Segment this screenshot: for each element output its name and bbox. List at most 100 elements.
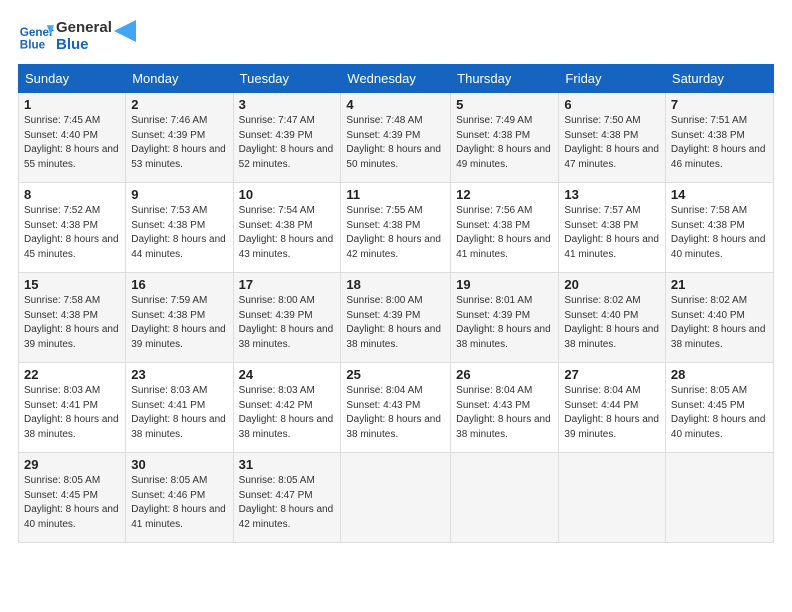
day-number: 1 bbox=[24, 97, 120, 112]
sunrise-label: Sunrise: 8:04 AM bbox=[564, 385, 640, 396]
sunset-label: Sunset: 4:39 PM bbox=[456, 310, 530, 321]
day-info: Sunrise: 8:04 AM Sunset: 4:43 PM Dayligh… bbox=[346, 384, 445, 442]
sunset-label: Sunset: 4:38 PM bbox=[131, 220, 205, 231]
daylight-label: Daylight: 8 hours and 45 minutes. bbox=[24, 234, 119, 260]
day-info: Sunrise: 8:04 AM Sunset: 4:44 PM Dayligh… bbox=[564, 384, 659, 442]
daylight-label: Daylight: 8 hours and 39 minutes. bbox=[564, 414, 659, 440]
calendar-cell: 25 Sunrise: 8:04 AM Sunset: 4:43 PM Dayl… bbox=[341, 363, 451, 453]
calendar-cell: 16 Sunrise: 7:59 AM Sunset: 4:38 PM Dayl… bbox=[126, 273, 233, 363]
day-number: 13 bbox=[564, 187, 659, 202]
sunrise-label: Sunrise: 7:53 AM bbox=[131, 205, 207, 216]
calendar-cell bbox=[451, 453, 559, 543]
sunrise-label: Sunrise: 8:02 AM bbox=[671, 295, 747, 306]
day-number: 10 bbox=[239, 187, 336, 202]
col-friday: Friday bbox=[559, 65, 665, 93]
day-info: Sunrise: 8:00 AM Sunset: 4:39 PM Dayligh… bbox=[346, 294, 445, 352]
col-wednesday: Wednesday bbox=[341, 65, 451, 93]
sunrise-label: Sunrise: 8:05 AM bbox=[24, 475, 100, 486]
sunset-label: Sunset: 4:38 PM bbox=[24, 310, 98, 321]
calendar-cell: 7 Sunrise: 7:51 AM Sunset: 4:38 PM Dayli… bbox=[665, 93, 773, 183]
calendar-header-row: Sunday Monday Tuesday Wednesday Thursday… bbox=[19, 65, 774, 93]
day-number: 20 bbox=[564, 277, 659, 292]
header: General Blue General Blue bbox=[18, 18, 774, 54]
sunset-label: Sunset: 4:39 PM bbox=[346, 130, 420, 141]
day-info: Sunrise: 8:05 AM Sunset: 4:46 PM Dayligh… bbox=[131, 474, 227, 532]
col-tuesday: Tuesday bbox=[233, 65, 341, 93]
sunset-label: Sunset: 4:39 PM bbox=[239, 310, 313, 321]
day-number: 21 bbox=[671, 277, 768, 292]
day-info: Sunrise: 8:04 AM Sunset: 4:43 PM Dayligh… bbox=[456, 384, 553, 442]
daylight-label: Daylight: 8 hours and 39 minutes. bbox=[24, 324, 119, 350]
day-number: 16 bbox=[131, 277, 227, 292]
sunset-label: Sunset: 4:43 PM bbox=[346, 400, 420, 411]
day-number: 4 bbox=[346, 97, 445, 112]
day-number: 7 bbox=[671, 97, 768, 112]
sunrise-label: Sunrise: 7:47 AM bbox=[239, 115, 315, 126]
calendar-week-row: 1 Sunrise: 7:45 AM Sunset: 4:40 PM Dayli… bbox=[19, 93, 774, 183]
daylight-label: Daylight: 8 hours and 46 minutes. bbox=[671, 144, 766, 170]
calendar-cell: 3 Sunrise: 7:47 AM Sunset: 4:39 PM Dayli… bbox=[233, 93, 341, 183]
sunset-label: Sunset: 4:40 PM bbox=[671, 310, 745, 321]
daylight-label: Daylight: 8 hours and 40 minutes. bbox=[671, 414, 766, 440]
sunrise-label: Sunrise: 8:03 AM bbox=[24, 385, 100, 396]
sunrise-label: Sunrise: 8:00 AM bbox=[346, 295, 422, 306]
daylight-label: Daylight: 8 hours and 41 minutes. bbox=[564, 234, 659, 260]
day-info: Sunrise: 7:49 AM Sunset: 4:38 PM Dayligh… bbox=[456, 114, 553, 172]
calendar-cell: 31 Sunrise: 8:05 AM Sunset: 4:47 PM Dayl… bbox=[233, 453, 341, 543]
day-info: Sunrise: 7:50 AM Sunset: 4:38 PM Dayligh… bbox=[564, 114, 659, 172]
day-info: Sunrise: 8:01 AM Sunset: 4:39 PM Dayligh… bbox=[456, 294, 553, 352]
calendar-week-row: 22 Sunrise: 8:03 AM Sunset: 4:41 PM Dayl… bbox=[19, 363, 774, 453]
day-number: 27 bbox=[564, 367, 659, 382]
sunrise-label: Sunrise: 7:55 AM bbox=[346, 205, 422, 216]
day-info: Sunrise: 7:46 AM Sunset: 4:39 PM Dayligh… bbox=[131, 114, 227, 172]
sunrise-label: Sunrise: 7:46 AM bbox=[131, 115, 207, 126]
day-info: Sunrise: 7:45 AM Sunset: 4:40 PM Dayligh… bbox=[24, 114, 120, 172]
calendar-cell: 30 Sunrise: 8:05 AM Sunset: 4:46 PM Dayl… bbox=[126, 453, 233, 543]
day-info: Sunrise: 8:05 AM Sunset: 4:47 PM Dayligh… bbox=[239, 474, 336, 532]
daylight-label: Daylight: 8 hours and 50 minutes. bbox=[346, 144, 441, 170]
daylight-label: Daylight: 8 hours and 39 minutes. bbox=[131, 324, 226, 350]
sunrise-label: Sunrise: 8:05 AM bbox=[671, 385, 747, 396]
sunset-label: Sunset: 4:38 PM bbox=[346, 220, 420, 231]
sunset-label: Sunset: 4:38 PM bbox=[456, 130, 530, 141]
day-number: 11 bbox=[346, 187, 445, 202]
daylight-label: Daylight: 8 hours and 38 minutes. bbox=[346, 414, 441, 440]
day-number: 19 bbox=[456, 277, 553, 292]
day-number: 17 bbox=[239, 277, 336, 292]
daylight-label: Daylight: 8 hours and 52 minutes. bbox=[239, 144, 334, 170]
sunrise-label: Sunrise: 7:48 AM bbox=[346, 115, 422, 126]
day-info: Sunrise: 7:48 AM Sunset: 4:39 PM Dayligh… bbox=[346, 114, 445, 172]
col-monday: Monday bbox=[126, 65, 233, 93]
day-info: Sunrise: 7:57 AM Sunset: 4:38 PM Dayligh… bbox=[564, 204, 659, 262]
day-number: 25 bbox=[346, 367, 445, 382]
day-info: Sunrise: 8:05 AM Sunset: 4:45 PM Dayligh… bbox=[671, 384, 768, 442]
day-number: 26 bbox=[456, 367, 553, 382]
daylight-label: Daylight: 8 hours and 53 minutes. bbox=[131, 144, 226, 170]
calendar-cell: 20 Sunrise: 8:02 AM Sunset: 4:40 PM Dayl… bbox=[559, 273, 665, 363]
logo-icon: General Blue bbox=[18, 18, 54, 54]
day-number: 22 bbox=[24, 367, 120, 382]
day-number: 12 bbox=[456, 187, 553, 202]
day-number: 5 bbox=[456, 97, 553, 112]
daylight-label: Daylight: 8 hours and 38 minutes. bbox=[131, 414, 226, 440]
calendar-week-row: 15 Sunrise: 7:58 AM Sunset: 4:38 PM Dayl… bbox=[19, 273, 774, 363]
day-number: 31 bbox=[239, 457, 336, 472]
logo-blue: Blue bbox=[56, 36, 112, 53]
day-number: 8 bbox=[24, 187, 120, 202]
day-info: Sunrise: 7:58 AM Sunset: 4:38 PM Dayligh… bbox=[671, 204, 768, 262]
sunset-label: Sunset: 4:43 PM bbox=[456, 400, 530, 411]
sunset-label: Sunset: 4:44 PM bbox=[564, 400, 638, 411]
calendar-cell: 26 Sunrise: 8:04 AM Sunset: 4:43 PM Dayl… bbox=[451, 363, 559, 453]
day-info: Sunrise: 7:52 AM Sunset: 4:38 PM Dayligh… bbox=[24, 204, 120, 262]
calendar-cell: 28 Sunrise: 8:05 AM Sunset: 4:45 PM Dayl… bbox=[665, 363, 773, 453]
day-number: 3 bbox=[239, 97, 336, 112]
day-number: 18 bbox=[346, 277, 445, 292]
sunrise-label: Sunrise: 7:52 AM bbox=[24, 205, 100, 216]
sunrise-label: Sunrise: 8:03 AM bbox=[131, 385, 207, 396]
calendar-cell: 13 Sunrise: 7:57 AM Sunset: 4:38 PM Dayl… bbox=[559, 183, 665, 273]
day-info: Sunrise: 7:53 AM Sunset: 4:38 PM Dayligh… bbox=[131, 204, 227, 262]
daylight-label: Daylight: 8 hours and 38 minutes. bbox=[456, 414, 551, 440]
calendar-cell: 14 Sunrise: 7:58 AM Sunset: 4:38 PM Dayl… bbox=[665, 183, 773, 273]
calendar-cell: 9 Sunrise: 7:53 AM Sunset: 4:38 PM Dayli… bbox=[126, 183, 233, 273]
sunset-label: Sunset: 4:38 PM bbox=[456, 220, 530, 231]
